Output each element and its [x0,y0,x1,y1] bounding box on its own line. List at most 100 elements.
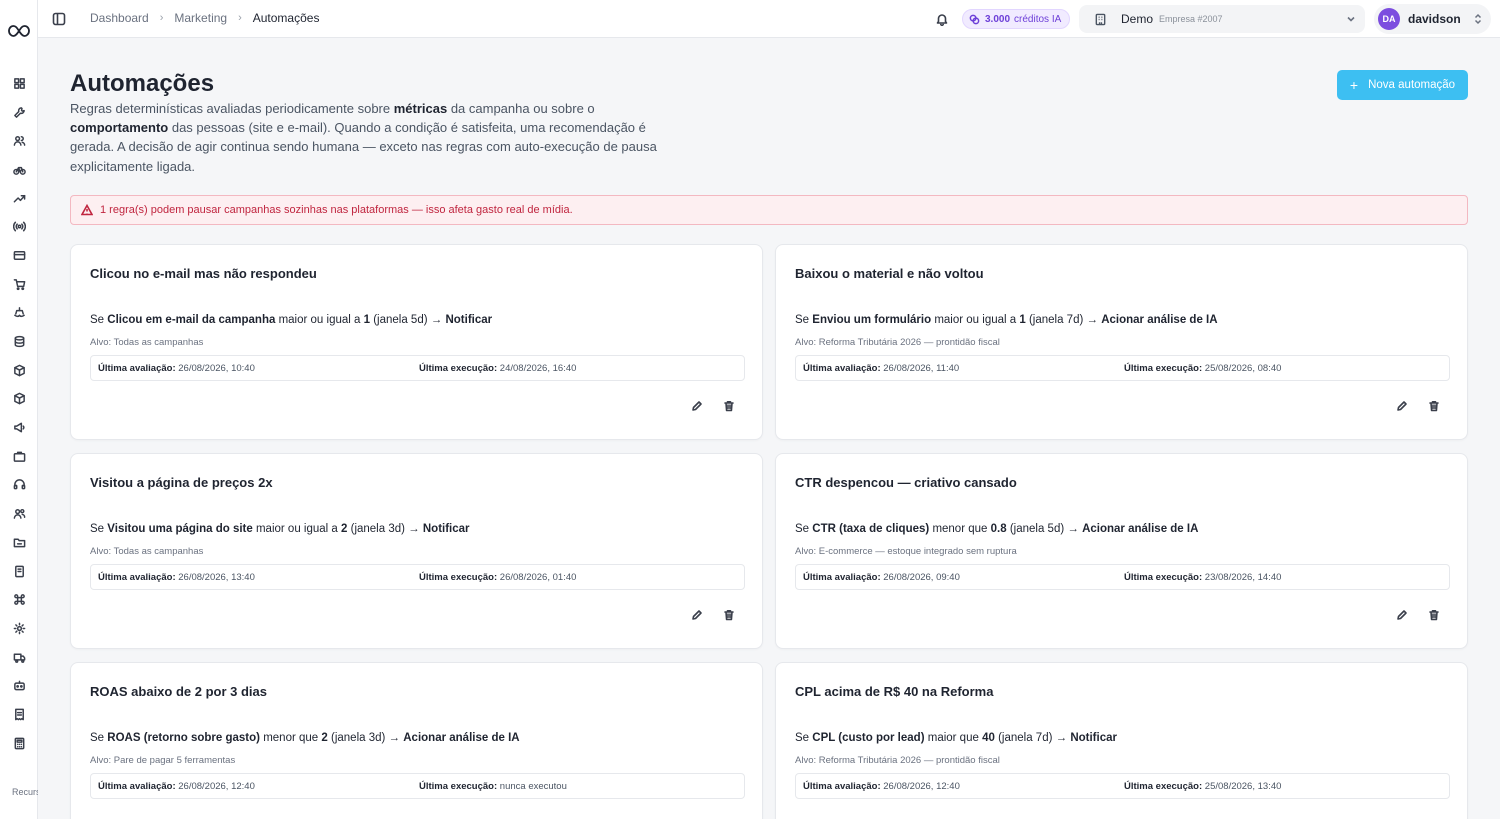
avatar: DA [1378,8,1400,30]
new-automation-button[interactable]: + Nova automação [1337,70,1468,100]
rule-window: (janela 3d) → [331,732,401,744]
chevrons-updown-icon [1474,13,1482,25]
headset-icon[interactable] [0,471,38,500]
card-actions [1377,399,1441,413]
rule-operator: maior que [927,732,979,744]
calculator-icon[interactable] [0,729,38,758]
rule-condition: Se ROAS (retorno sobre gasto) menor que … [90,732,520,744]
rule-window: (janela 7d) → [998,732,1068,744]
last-execution-value: 25/08/2026, 08:40 [1204,363,1282,374]
user-menu[interactable]: DA davidson [1374,4,1491,34]
last-evaluation-value: 26/08/2026, 13:40 [178,572,255,583]
bike-icon[interactable] [0,155,38,184]
megaphone-icon[interactable] [0,413,38,442]
sidebar-footer[interactable]: Recursos avançados [12,786,38,798]
new-automation-label: Nova automação [1368,79,1456,91]
rule-meta: Última avaliação: 26/08/2026, 10:40 Últim… [90,355,745,381]
company-selector[interactable]: Demo Empresa #2007 [1079,5,1365,33]
last-evaluation: Última avaliação: 26/08/2026, 12:40 [803,781,960,792]
rule-metric: Clicou em e-mail da campanha [107,314,276,326]
card-icon[interactable] [0,241,38,270]
automation-card[interactable]: CPL acima de R$ 40 na Reforma Se CPL (cus… [775,662,1468,819]
rule-action: Notificar [422,523,470,535]
briefcase-icon[interactable] [0,442,38,471]
last-evaluation-label: Última avaliação: [98,781,176,792]
cart-icon[interactable] [0,270,38,299]
last-evaluation-label: Última avaliação: [803,363,881,374]
team-icon[interactable] [0,499,38,528]
page-title: Automações [70,70,215,97]
trash-icon[interactable] [722,399,736,413]
rule-operator: maior ou igual a [934,314,1017,326]
automation-card[interactable]: Clicou no e-mail mas não respondeu Se Cli… [70,244,763,440]
card-title: Clicou no e-mail mas não respondeu [90,266,317,281]
rule-value: 1 [1019,314,1026,326]
automation-card[interactable]: ROAS abaixo de 2 por 3 dias Se ROAS (reto… [70,662,763,819]
trending-icon[interactable] [0,184,38,213]
last-evaluation: Última avaliação: 26/08/2026, 10:40 [98,363,255,374]
folder-icon[interactable] [0,528,38,557]
company-id: Empresa #2007 [1159,14,1223,24]
wrench-icon[interactable] [0,98,38,127]
command-icon[interactable] [0,585,38,614]
last-execution-value: 24/08/2026, 16:40 [499,363,577,374]
edit-icon[interactable] [690,399,704,413]
box-icon[interactable] [0,385,38,414]
last-execution-value: 23/08/2026, 14:40 [1204,572,1282,583]
last-evaluation-value: 26/08/2026, 09:40 [883,572,960,583]
edit-icon[interactable] [1395,399,1409,413]
breadcrumb-marketing[interactable]: Marketing [174,11,227,25]
rule-operator: menor que [932,523,988,535]
rule-target: Alvo: Reforma Tributária 2026 — prontidã… [795,337,1000,348]
rule-metric: Enviou um formulário [812,314,932,326]
bot-icon[interactable] [0,671,38,700]
trash-icon[interactable] [1427,399,1441,413]
desc-emphasis: comportamento [70,120,169,136]
company-name: Demo [1121,12,1154,26]
last-evaluation-label: Última avaliação: [803,781,881,792]
users-icon[interactable] [0,126,38,155]
receipt-icon[interactable] [0,700,38,729]
trash-icon[interactable] [1427,608,1441,622]
package-icon[interactable] [0,356,38,385]
last-execution-value: nunca executou [499,781,567,792]
breadcrumb-dashboard[interactable]: Dashboard [90,11,149,25]
last-evaluation: Última avaliação: 26/08/2026, 09:40 [803,572,960,583]
last-execution-label: Última execução: [419,572,498,583]
warning-alert: 1 regra(s) podem pausar campanhas sozinh… [70,195,1468,225]
truck-icon[interactable] [0,643,38,672]
card-title: Visitou a página de preços 2x [90,475,273,490]
rule-action: Acionar análise de IA [1082,523,1199,535]
rule-value: 0.8 [990,523,1007,535]
automation-card[interactable]: Visitou a página de preços 2x Se Visitou … [70,453,763,649]
credits-badge[interactable]: 3.000 créditos IA [962,9,1071,29]
card-actions [672,399,736,413]
settings-icon[interactable] [0,614,38,643]
bell-icon[interactable] [935,12,949,27]
breadcrumb: Dashboard › Marketing › Automações [90,11,319,25]
rule-operator: maior ou igual a [255,523,338,535]
rule-meta: Última avaliação: 26/08/2026, 12:40 Últim… [90,773,745,799]
rule-value: 40 [982,732,995,744]
automation-card[interactable]: CTR despencou — criativo cansado Se CTR (… [775,453,1468,649]
last-evaluation: Última avaliação: 26/08/2026, 13:40 [98,572,255,583]
broadcast-icon[interactable] [0,212,38,241]
rule-metric: Visitou uma página do site [107,523,253,535]
dashboard-icon[interactable] [0,69,38,98]
rule-condition: Se CPL (custo por lead) maior que 40 (ja… [795,732,1117,744]
edit-icon[interactable] [690,608,704,622]
last-evaluation-value: 26/08/2026, 10:40 [178,363,255,374]
logo-icon[interactable] [7,22,31,40]
plus-icon: + [1349,77,1359,93]
automation-card[interactable]: Baixou o material e não voltou Se Enviou … [775,244,1468,440]
database-icon[interactable] [0,327,38,356]
trash-icon[interactable] [722,608,736,622]
sidebar-toggle-icon[interactable] [52,12,66,26]
building-icon[interactable] [0,557,38,586]
building-icon [1095,13,1106,25]
ship-icon[interactable] [0,299,38,328]
last-evaluation-value: 26/08/2026, 12:40 [883,781,960,792]
edit-icon[interactable] [1395,608,1409,622]
rule-value: 2 [321,732,328,744]
last-execution-label: Última execução: [419,781,498,792]
